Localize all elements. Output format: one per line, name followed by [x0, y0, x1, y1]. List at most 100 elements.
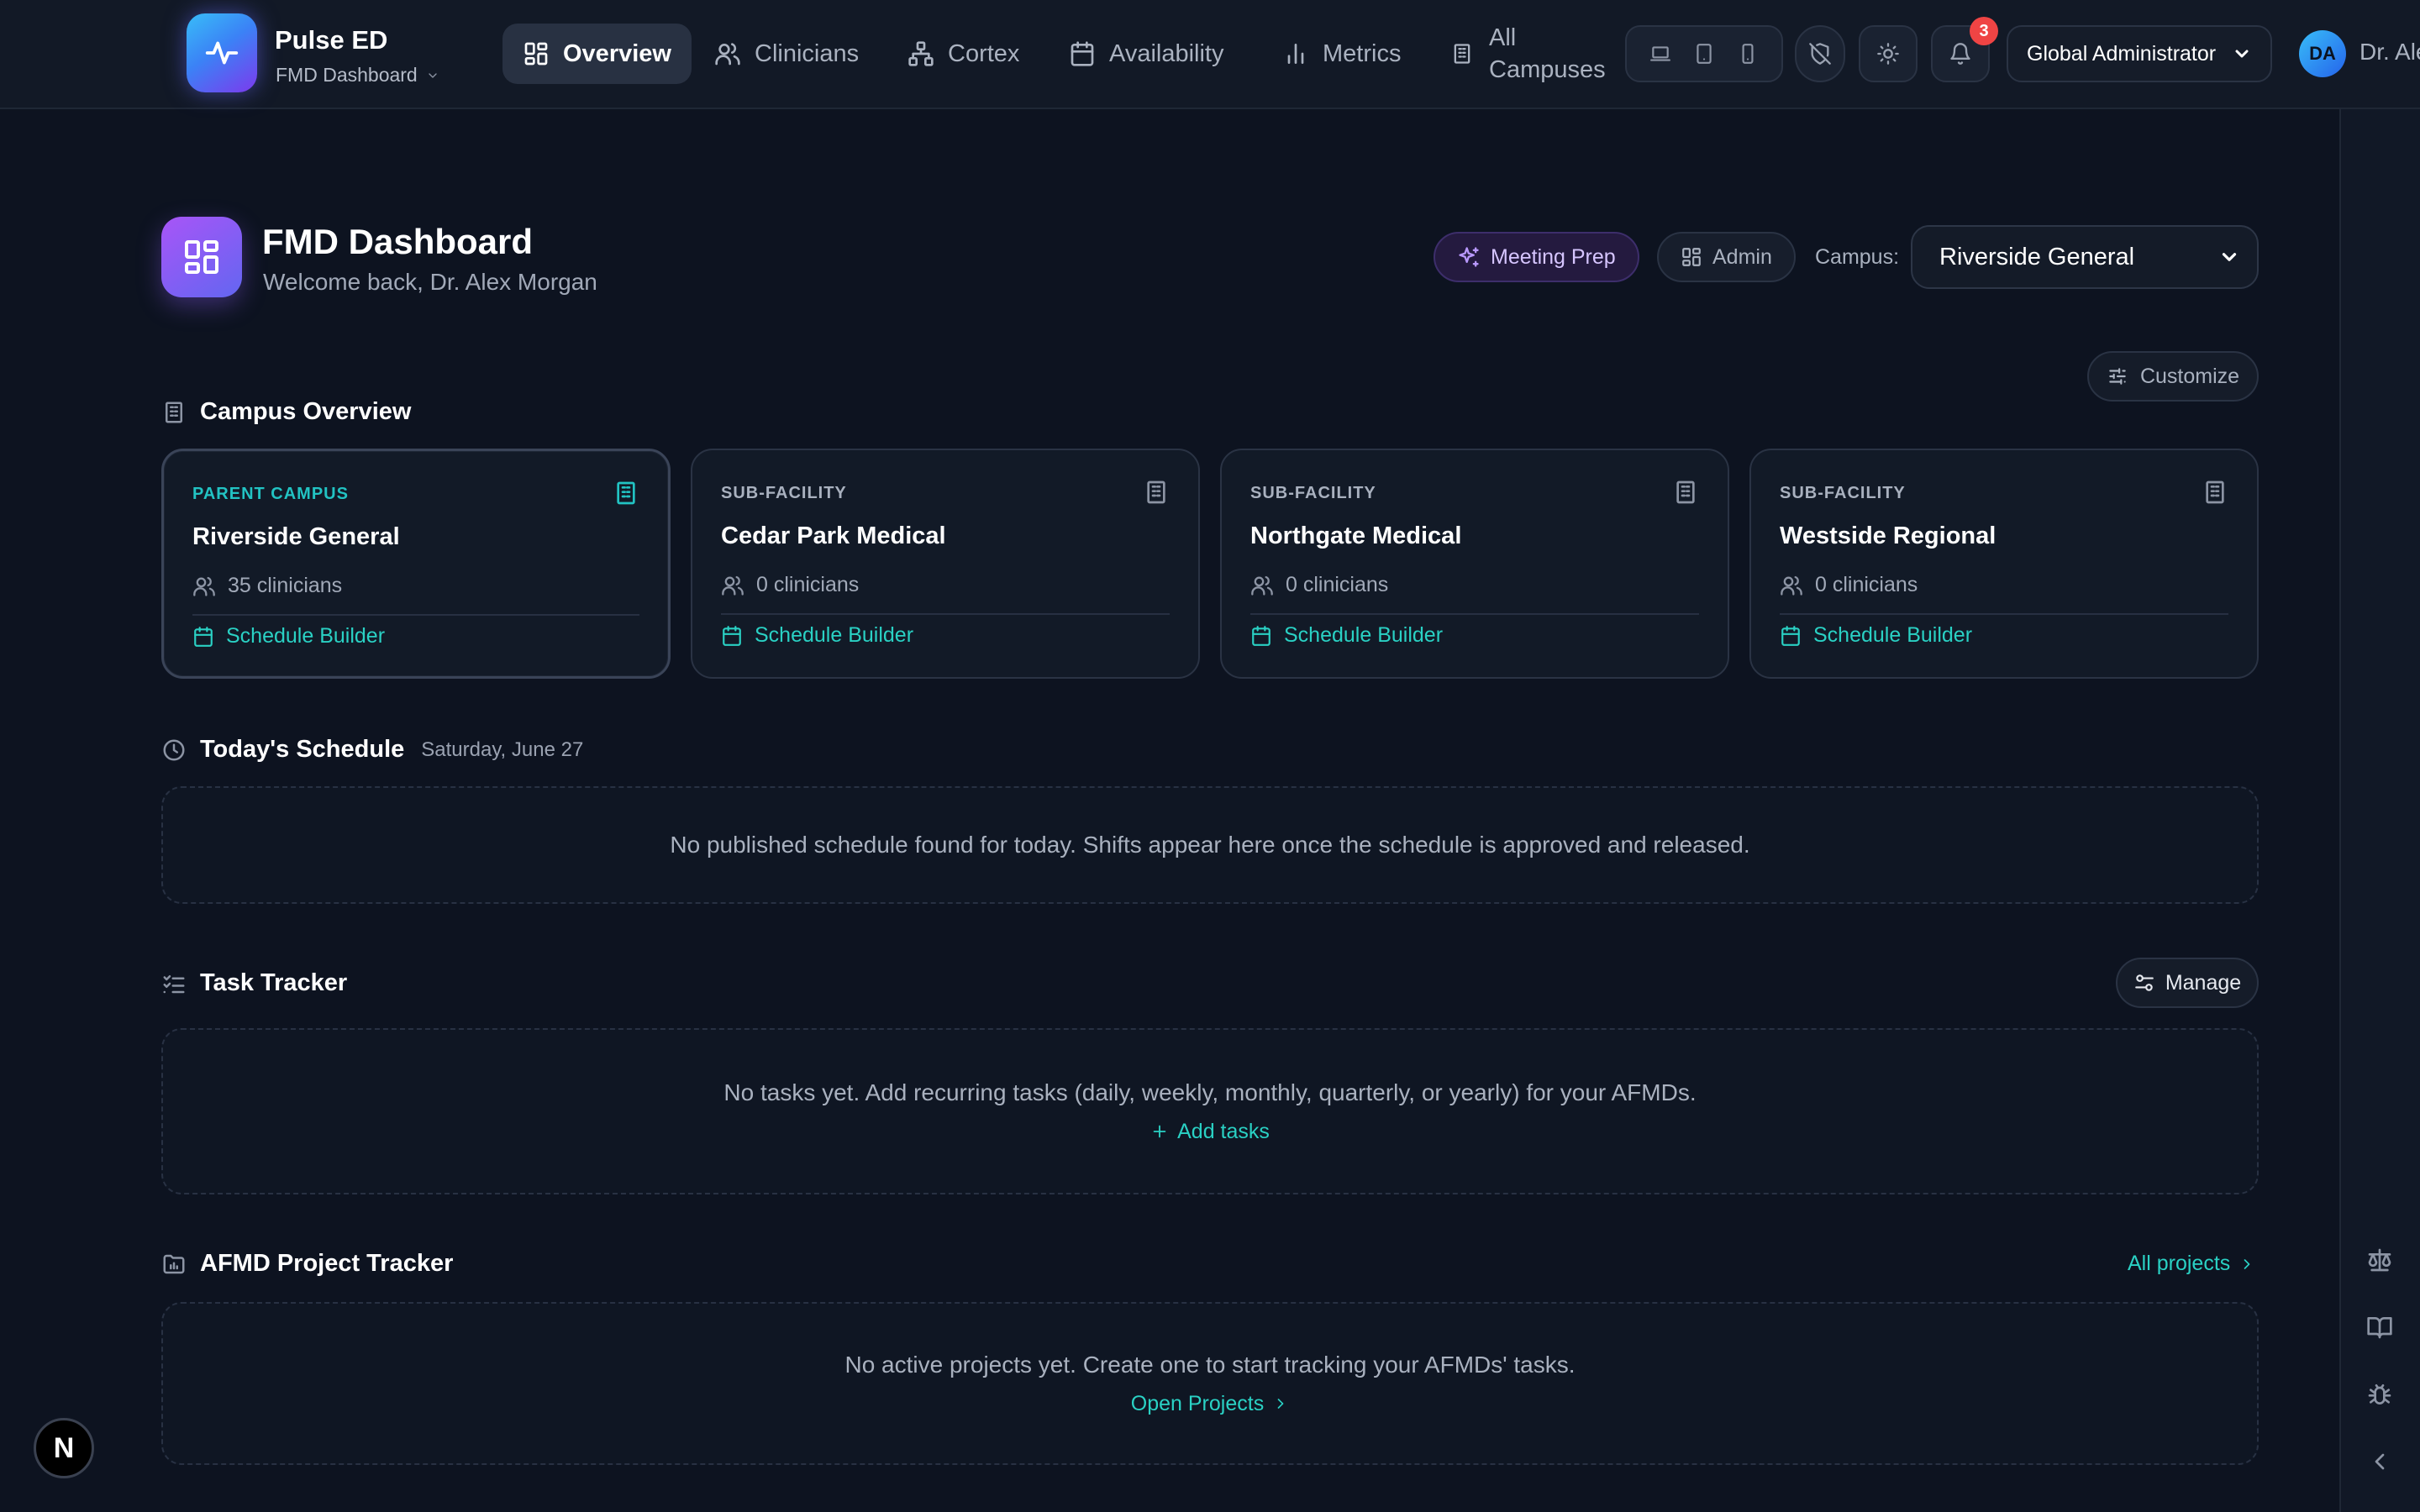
nav-all-campuses-label-line2: Campuses — [1489, 56, 1606, 83]
divider — [721, 613, 1170, 615]
nav-metrics-label: Metrics — [1323, 39, 1402, 67]
privacy-toggle-button[interactable] — [1795, 25, 1845, 82]
shield-off-icon — [1808, 42, 1832, 66]
campus-card-type: SUB-FACILITY — [1250, 484, 1376, 502]
nav-overview-label: Overview — [563, 39, 671, 67]
campus-overview-heading: Campus Overview — [161, 398, 411, 426]
meeting-prep-button[interactable]: Meeting Prep — [1434, 232, 1639, 282]
schedule-builder-link[interactable]: Schedule Builder — [1250, 623, 1443, 648]
campus-card-clinician-count: 0 clinicians — [1815, 573, 1918, 596]
campus-select[interactable]: Riverside General — [1911, 225, 2259, 289]
theme-toggle-button[interactable] — [1859, 25, 1918, 82]
smartphone-icon[interactable] — [1737, 43, 1759, 65]
users-icon — [714, 40, 741, 67]
schedule-builder-label: Schedule Builder — [755, 623, 914, 647]
scale-icon[interactable] — [2366, 1247, 2393, 1273]
campus-card-name: Westside Regional — [1780, 522, 1996, 549]
nav-cortex[interactable]: Cortex — [887, 24, 1039, 84]
welcome-message: Welcome back, Dr. Alex Morgan — [263, 269, 597, 295]
calendar-icon — [721, 625, 743, 647]
building-icon — [2202, 479, 2228, 506]
todays-schedule-heading: Today's Schedule Saturday, June 27 — [161, 736, 583, 764]
building-icon — [1450, 42, 1474, 66]
add-tasks-link[interactable]: Add tasks — [1150, 1120, 1270, 1144]
divider — [192, 614, 639, 616]
chevron-down-icon — [426, 69, 439, 82]
campus-card-name: Riverside General — [192, 523, 400, 550]
role-select[interactable]: Global Administrator — [2007, 25, 2272, 82]
admin-button[interactable]: Admin — [1657, 232, 1796, 282]
campus-card[interactable]: PARENT CAMPUS Riverside General 35 clini… — [161, 449, 671, 679]
dashboard-icon — [161, 217, 242, 297]
nav-clinicians[interactable]: Clinicians — [694, 24, 879, 84]
user-name[interactable]: Dr. Ale — [2360, 39, 2420, 66]
schedule-builder-label: Schedule Builder — [1813, 623, 1973, 647]
building-icon — [613, 480, 639, 507]
schedule-builder-label: Schedule Builder — [226, 624, 386, 648]
schedule-builder-link[interactable]: Schedule Builder — [721, 623, 913, 648]
chevron-left-icon[interactable] — [2366, 1448, 2393, 1475]
building-icon — [161, 400, 187, 425]
users-icon — [192, 575, 216, 598]
dashboard-switcher[interactable]: FMD Dashboard — [276, 64, 439, 87]
folder-chart-icon — [161, 1252, 187, 1277]
building-icon — [1143, 479, 1170, 506]
campus-card-clinicians: 35 clinicians — [192, 574, 342, 598]
top-navigation-bar: Pulse ED FMD Dashboard Overview Clinicia… — [0, 0, 2420, 109]
add-tasks-label: Add tasks — [1177, 1119, 1270, 1143]
page-title: FMD Dashboard — [262, 222, 534, 261]
plus-icon — [1150, 1122, 1169, 1141]
manage-tasks-button[interactable]: Manage — [2116, 958, 2259, 1008]
campus-card-clinician-count: 0 clinicians — [1286, 573, 1389, 596]
customize-label: Customize — [2139, 364, 2240, 388]
laptop-icon[interactable] — [1649, 43, 1671, 65]
dev-tools-badge[interactable]: N — [34, 1418, 94, 1478]
nav-overview[interactable]: Overview — [502, 24, 692, 84]
projects-empty-text: No active projects yet. Create one to st… — [844, 1351, 1576, 1378]
nav-availability[interactable]: Availability — [1049, 24, 1244, 84]
campus-card-clinicians: 0 clinicians — [1780, 573, 1918, 597]
users-icon — [1780, 574, 1803, 597]
campus-card-type: SUB-FACILITY — [721, 484, 847, 502]
schedule-builder-link[interactable]: Schedule Builder — [1780, 623, 1972, 648]
manage-label: Manage — [2165, 970, 2242, 995]
all-projects-link[interactable]: All projects — [2128, 1252, 2255, 1276]
campus-overview-title: Campus Overview — [200, 398, 412, 425]
schedule-empty-state: No published schedule found for today. S… — [161, 786, 2259, 904]
notification-count-badge: 3 — [1970, 17, 1998, 45]
customize-button[interactable]: Customize — [2087, 351, 2259, 402]
task-tracker-title: Task Tracker — [200, 969, 348, 996]
task-tracker-heading: Task Tracker — [161, 969, 347, 997]
chevron-down-icon — [2232, 44, 2252, 64]
chevron-right-icon — [1272, 1395, 1289, 1412]
project-tracker-title: AFMD Project Tracker — [200, 1250, 454, 1277]
network-icon — [908, 40, 934, 67]
nav-metrics[interactable]: Metrics — [1262, 24, 1421, 84]
bug-icon[interactable] — [2366, 1381, 2393, 1408]
meeting-prep-label: Meeting Prep — [1491, 244, 1616, 269]
role-select-value: Global Administrator — [2027, 41, 2217, 66]
nav-all-campuses[interactable]: All Campuses — [1430, 24, 1626, 84]
calendar-icon — [192, 626, 214, 648]
campus-card[interactable]: SUB-FACILITY Northgate Medical 0 clinici… — [1220, 449, 1729, 679]
campus-card[interactable]: SUB-FACILITY Westside Regional 0 clinici… — [1749, 449, 2259, 679]
divider — [1780, 613, 2228, 615]
tablet-icon[interactable] — [1693, 43, 1715, 65]
open-projects-link[interactable]: Open Projects — [1131, 1392, 1289, 1416]
campus-card-type: SUB-FACILITY — [1780, 484, 1906, 502]
users-icon — [721, 574, 744, 597]
schedule-builder-link[interactable]: Schedule Builder — [192, 624, 385, 648]
calendar-icon — [1250, 625, 1272, 647]
admin-label: Admin — [1712, 244, 1772, 269]
right-tool-rail — [2339, 109, 2420, 1512]
user-avatar[interactable]: DA — [2299, 30, 2346, 77]
divider — [1250, 613, 1699, 615]
campus-card-clinicians: 0 clinicians — [721, 573, 859, 597]
todays-schedule-title: Today's Schedule — [200, 736, 405, 763]
book-open-icon[interactable] — [2366, 1314, 2393, 1341]
device-preview-toggle — [1625, 25, 1783, 82]
layout-grid-icon — [1681, 246, 1702, 268]
campus-card[interactable]: SUB-FACILITY Cedar Park Medical 0 clinic… — [691, 449, 1200, 679]
pulse-logo-icon[interactable] — [187, 13, 257, 92]
chevron-down-icon — [2218, 246, 2240, 268]
